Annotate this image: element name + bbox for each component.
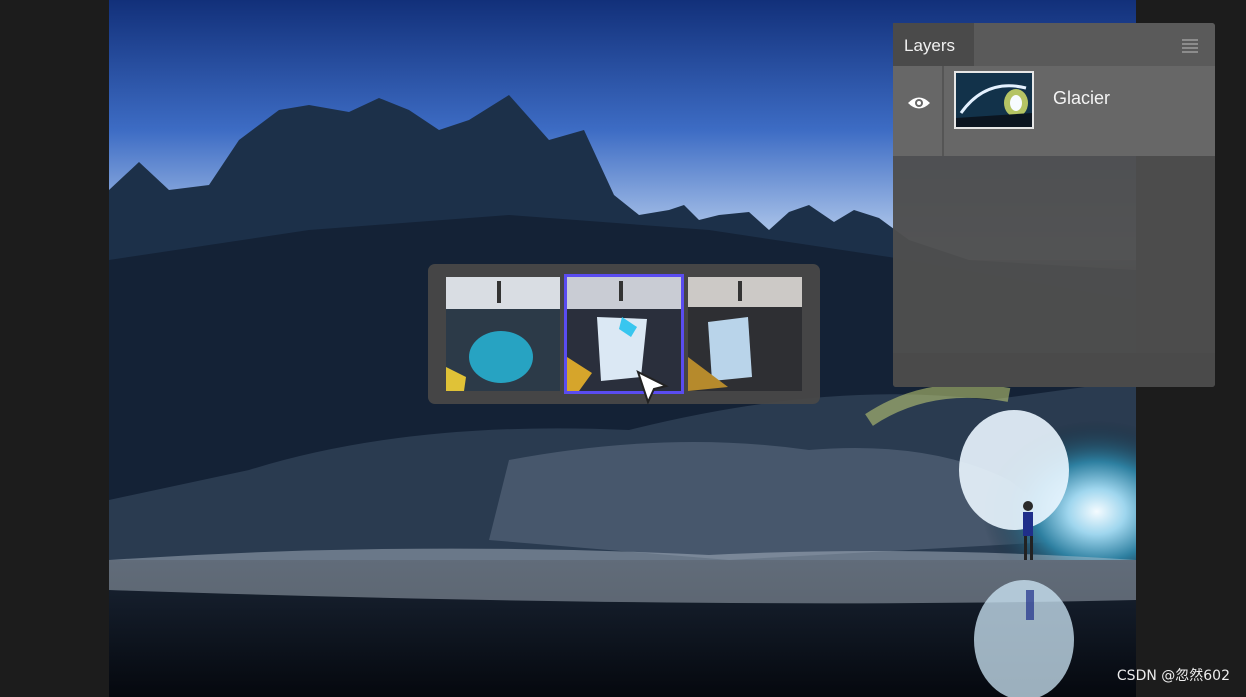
variation-thumbnail-3[interactable] xyxy=(688,277,802,391)
layer-thumbnail-image xyxy=(956,73,1032,127)
variation-thumbnail-1[interactable] xyxy=(446,277,560,391)
pointer-arrow-icon xyxy=(636,370,670,410)
layer-row-glacier[interactable]: Glacier xyxy=(893,66,1215,156)
layers-panel-footer xyxy=(893,353,1215,387)
layer-name: Glacier xyxy=(1053,88,1111,108)
layer-thumbnail[interactable] xyxy=(954,71,1034,129)
layers-panel-header: Layers xyxy=(893,23,1215,66)
eye-icon xyxy=(908,97,930,109)
layers-panel: Layers Glacier xyxy=(893,23,1215,387)
variation-3-image xyxy=(688,277,802,391)
hamburger-menu-icon[interactable] xyxy=(1182,39,1198,53)
tab-layers[interactable]: Layers xyxy=(893,23,974,66)
variation-1-image xyxy=(446,277,560,391)
watermark-text: CSDN @忽然602 xyxy=(1116,668,1230,684)
layer-visibility-toggle[interactable] xyxy=(893,66,944,156)
variations-popover xyxy=(428,264,820,404)
